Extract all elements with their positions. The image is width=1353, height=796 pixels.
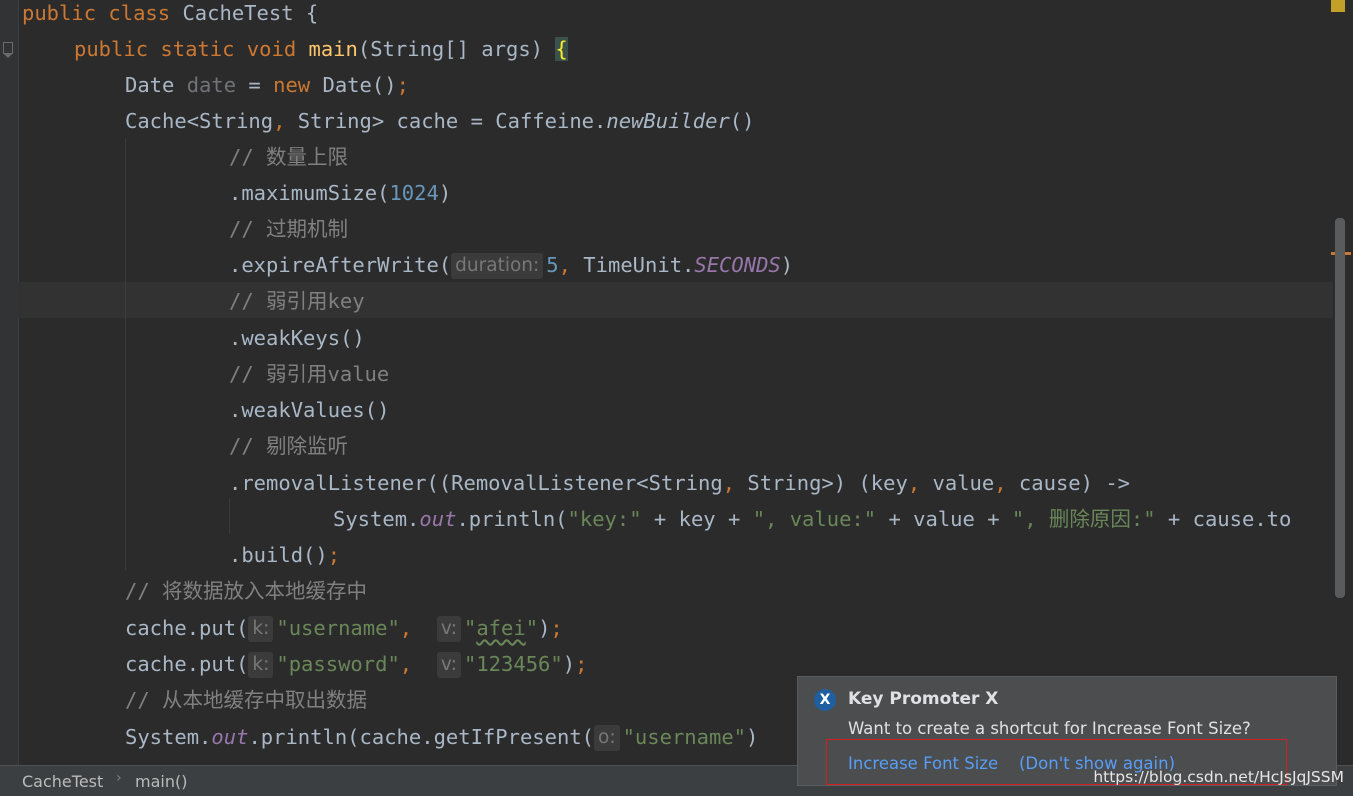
code-comment: // 剔除监听	[229, 434, 349, 458]
code-editor[interactable]: public class CacheTest { public static v…	[18, 0, 1333, 766]
breadcrumb-separator-icon: ›	[116, 770, 122, 786]
code-comment: // 弱引用value	[229, 362, 390, 386]
breadcrumb-class[interactable]: CacheTest	[22, 772, 103, 791]
code-line-cache-put-password: cache.put(k: "password", v: "123456");	[125, 652, 588, 678]
notification-body: Want to create a shortcut for Increase F…	[848, 719, 1251, 738]
parameter-hint: duration:	[451, 253, 544, 279]
code-line-println-get: System.out.println(cache.getIfPresent(o:…	[125, 725, 759, 751]
code-comment: // 过期机制	[229, 217, 349, 241]
code-line-class-decl: public class CacheTest {	[22, 1, 319, 25]
code-line-date: Date date = new Date();	[125, 73, 409, 97]
code-comment: // 弱引用key	[229, 289, 365, 313]
parameter-hint: k:	[248, 616, 274, 642]
notification-title: Key Promoter X	[848, 689, 999, 709]
code-line-cache-builder: Cache<String, String> cache = Caffeine.n…	[125, 109, 755, 133]
watermark: https://blog.csdn.net/HcJsJqJSSM	[1093, 768, 1344, 786]
code-line-maximum-size: .maximumSize(1024)	[229, 181, 452, 205]
code-line-expire-after-write: .expireAfterWrite(duration: 5, TimeUnit.S…	[229, 253, 794, 279]
code-line-build: .build();	[229, 543, 341, 567]
code-line-cache-put-username: cache.put(k: "username", v: "afei");	[125, 616, 563, 642]
current-line-highlight	[18, 282, 1333, 318]
fold-marker-icon[interactable]	[3, 42, 13, 58]
code-comment: // 数量上限	[229, 145, 349, 169]
indent-guide	[229, 498, 230, 534]
code-line-weak-values: .weakValues()	[229, 398, 390, 422]
inspection-status-icon[interactable]	[1331, 0, 1345, 12]
code-line-removal-listener: .removalListener((RemovalListener<String…	[229, 471, 1130, 495]
code-line-main-decl: public static void main(String[] args) {	[74, 37, 568, 61]
code-comment: // 将数据放入本地缓存中	[125, 579, 368, 603]
vertical-scrollbar[interactable]	[1331, 0, 1353, 766]
breadcrumb-method[interactable]: main()	[135, 772, 187, 791]
parameter-hint: v:	[436, 616, 461, 642]
key-promoter-x-icon: X	[814, 689, 836, 711]
parameter-hint: k:	[248, 652, 274, 678]
parameter-hint: v:	[436, 652, 461, 678]
code-comment: // 从本地缓存中取出数据	[125, 688, 368, 712]
indent-guide	[125, 138, 126, 570]
code-line-println-listener: System.out.println("key:" + key + ", val…	[333, 507, 1292, 531]
scrollbar-thumb[interactable]	[1335, 218, 1345, 598]
typo-squiggle: afei	[476, 616, 526, 640]
code-line-weak-keys: .weakKeys()	[229, 326, 365, 350]
editor-gutter	[0, 0, 19, 766]
parameter-hint: o:	[594, 725, 620, 751]
matched-brace: {	[555, 37, 568, 61]
